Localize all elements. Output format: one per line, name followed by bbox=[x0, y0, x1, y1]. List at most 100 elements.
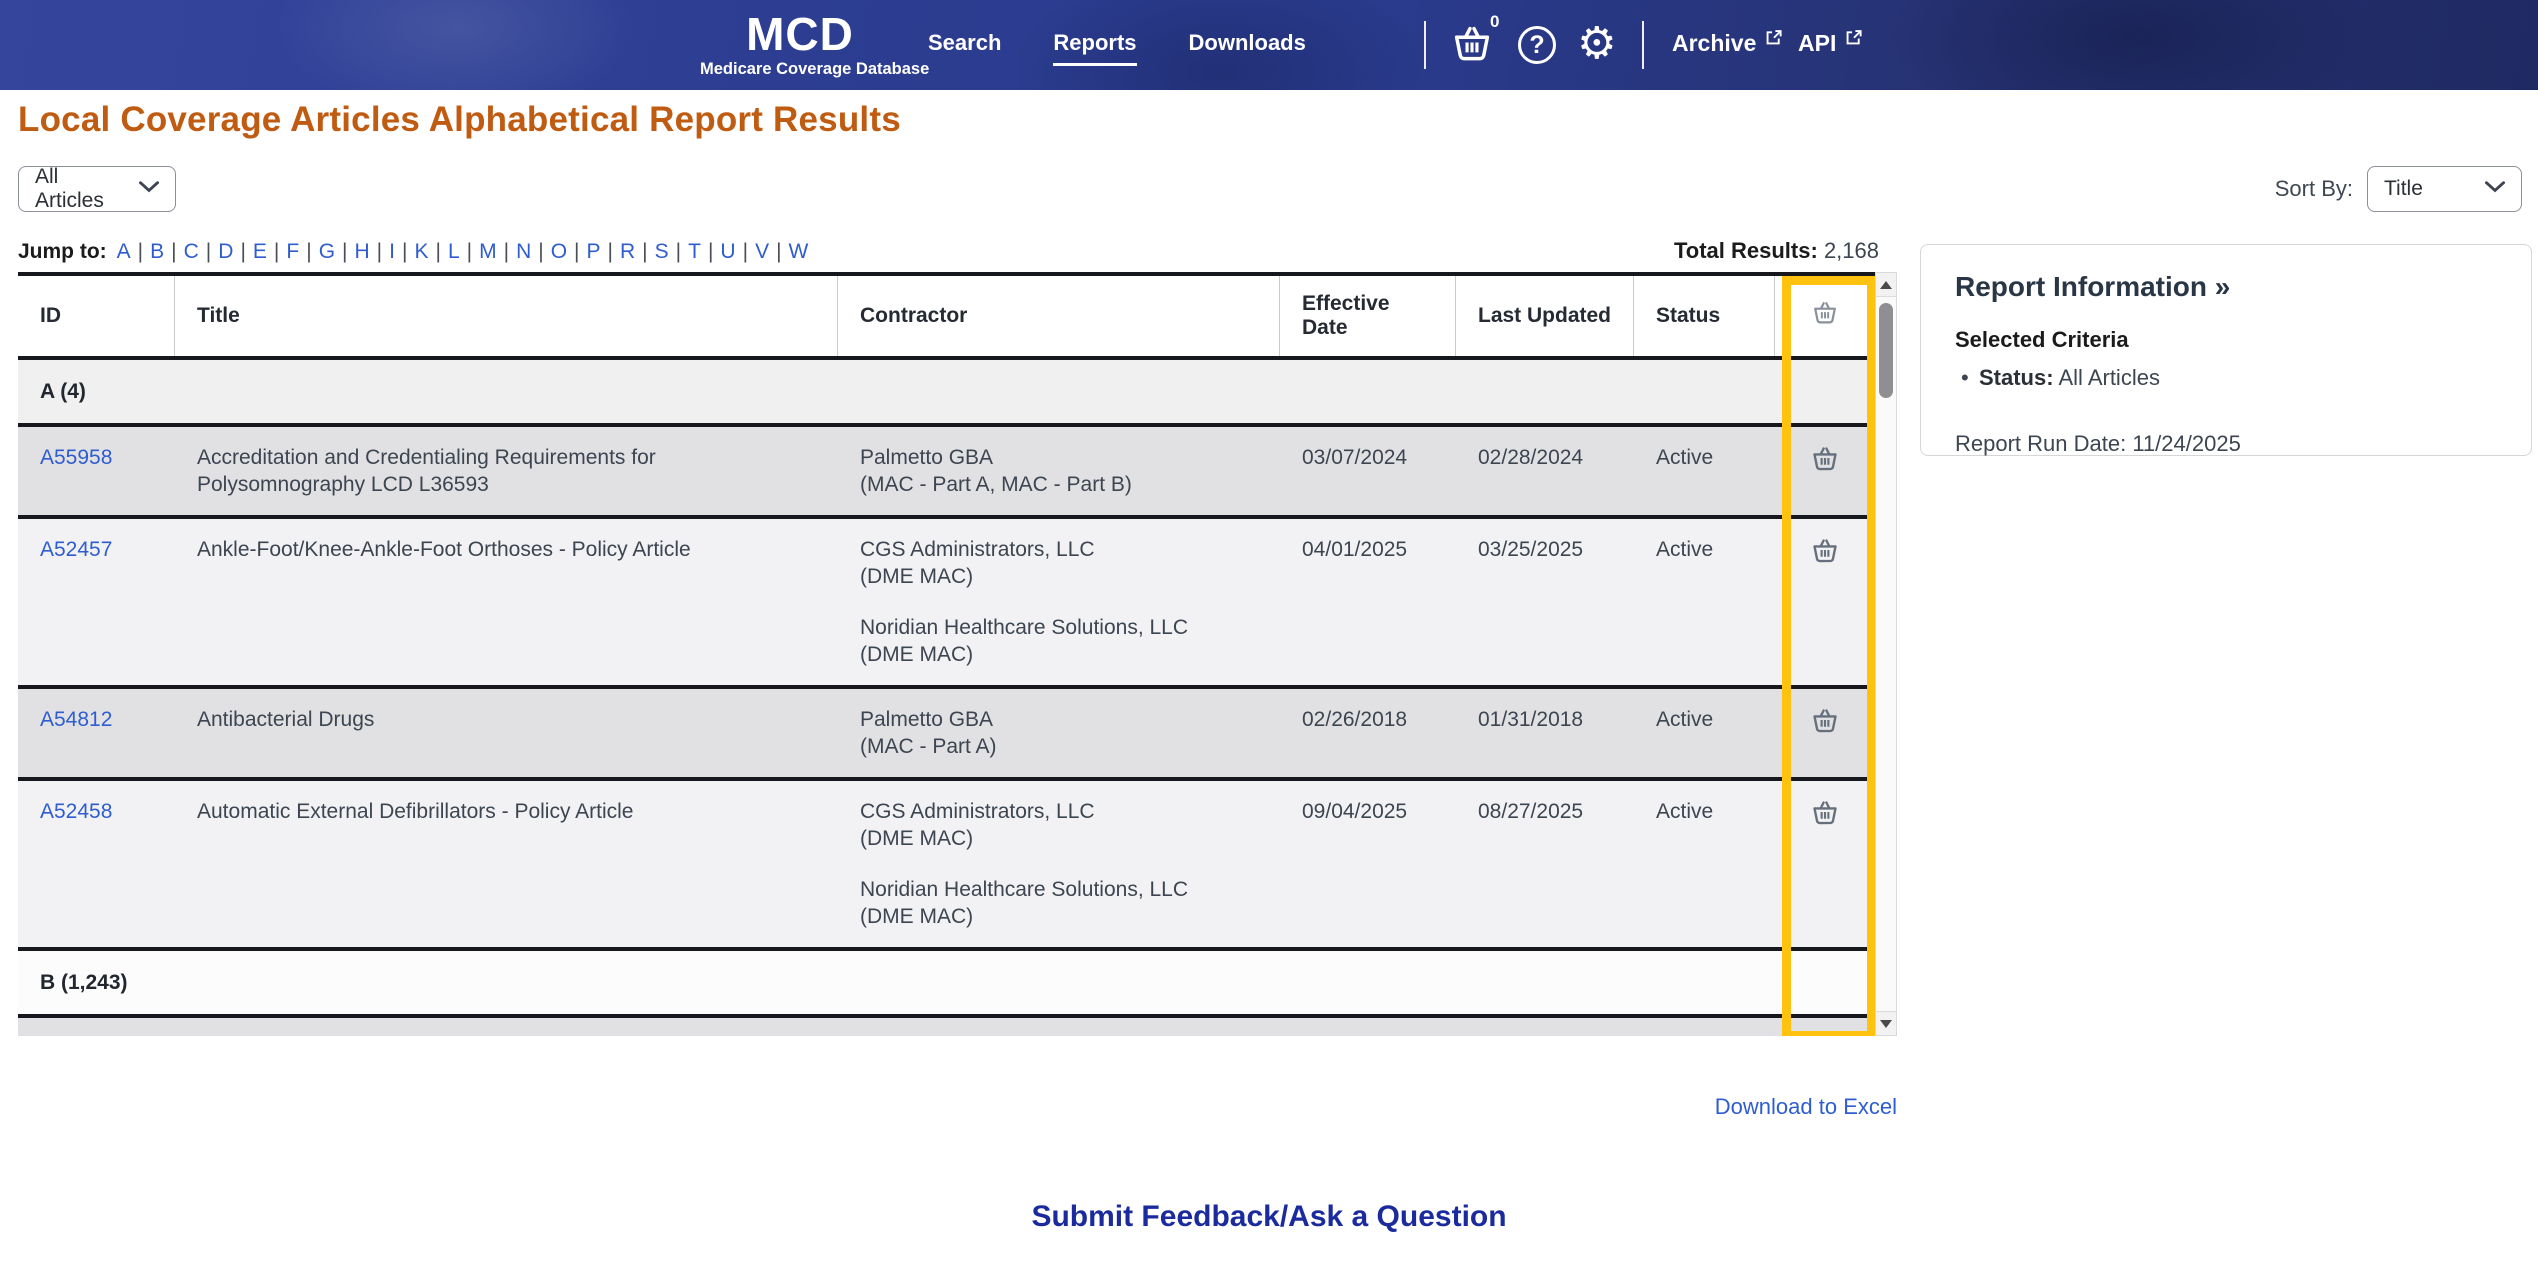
id-cell: A54812 bbox=[18, 689, 175, 777]
id-cell: A52458 bbox=[18, 781, 175, 947]
basket-cell bbox=[1775, 781, 1875, 947]
article-title: Automatic External Defibrillators - Poli… bbox=[197, 800, 634, 823]
add-to-basket-button[interactable] bbox=[1810, 798, 1840, 930]
results-table-grid: ID Title Contractor Effective Date Last … bbox=[18, 272, 1875, 1036]
basket-cell bbox=[1775, 689, 1875, 777]
column-header-id: ID bbox=[18, 276, 175, 356]
article-status: Active bbox=[1656, 538, 1714, 561]
contractor-line: Palmetto GBA bbox=[860, 446, 994, 469]
external-link-icon bbox=[1844, 28, 1863, 52]
page-title: Local Coverage Articles Alphabetical Rep… bbox=[18, 100, 901, 139]
contractor-line: Noridian Healthcare Solutions, LLC bbox=[860, 878, 1189, 901]
contractor-line: (DME MAC) bbox=[860, 565, 974, 588]
logo-title: MCD bbox=[746, 8, 854, 60]
article-status: Active bbox=[1634, 1018, 1775, 1036]
effective-date: 04/01/2025 bbox=[1302, 538, 1408, 561]
effective-date: 02/26/2018 bbox=[1302, 708, 1408, 731]
article-status: Active bbox=[1656, 800, 1714, 823]
add-to-basket-button[interactable] bbox=[1810, 706, 1840, 760]
sort-by-label: Sort By: bbox=[2274, 176, 2353, 201]
basket-button[interactable]: 0 bbox=[1450, 12, 1499, 68]
sort-value: Title bbox=[2384, 177, 2423, 200]
article-id-link[interactable]: A54812 bbox=[40, 708, 112, 731]
help-icon[interactable]: ? bbox=[1518, 26, 1556, 64]
total-results-label: Total Results: bbox=[1673, 238, 1818, 263]
contractor-line: Palmetto GBA bbox=[860, 708, 994, 731]
effective-date: 04/29/2024 bbox=[1280, 1018, 1456, 1036]
group-basket-cell bbox=[1775, 951, 1875, 1014]
api-link[interactable]: API bbox=[1798, 28, 1863, 57]
report-run-date: Report Run Date: 11/24/2025 bbox=[1955, 431, 2497, 457]
article-contractor: CGS Administrators, LLC (DME MAC) Noridian… bbox=[838, 519, 1280, 685]
id-cell: A55958 bbox=[18, 427, 175, 515]
article-contractor: CGS Administrators, LLC (DME MAC) Noridian… bbox=[838, 781, 1280, 947]
logo-subtitle: Medicare Coverage Database bbox=[700, 60, 930, 78]
download-to-excel-link[interactable]: Download to Excel bbox=[1715, 1094, 1897, 1119]
article-id-link[interactable]: A52458 bbox=[40, 800, 112, 823]
add-to-basket-button[interactable] bbox=[1810, 444, 1840, 498]
article-title: Ankle-Foot/Knee-Ankle-Foot Orthoses - Po… bbox=[197, 538, 691, 561]
criteria-label: Status: bbox=[1979, 365, 2054, 390]
id-cell: A56287 bbox=[18, 1018, 175, 1036]
column-header-basket bbox=[1775, 276, 1875, 356]
chevron-down-icon bbox=[2485, 180, 2505, 198]
last-updated: 03/25/2025 bbox=[1478, 538, 1584, 561]
contractor-line: (MAC - Part A) bbox=[860, 735, 997, 758]
add-to-basket-button[interactable] bbox=[1810, 536, 1840, 668]
article-id-link[interactable]: A55958 bbox=[40, 446, 112, 469]
report-information-panel: Report Information » Selected Criteria S… bbox=[1920, 244, 2532, 456]
article-title: Antibacterial Drugs bbox=[197, 708, 375, 731]
group-row: A (4) bbox=[18, 360, 1875, 427]
scroll-track[interactable] bbox=[1876, 297, 1896, 1011]
article-filter-value: All Articles bbox=[35, 165, 104, 212]
nav-downloads[interactable]: Downloads bbox=[1189, 30, 1306, 63]
submit-feedback-link[interactable]: Submit Feedback/Ask a Question bbox=[1031, 1200, 1506, 1233]
triangle-down-icon bbox=[1880, 1019, 1892, 1028]
contractor-line: (DME MAC) bbox=[860, 827, 974, 850]
basket-cell bbox=[1775, 1018, 1875, 1036]
gear-icon[interactable]: ⚙ bbox=[1577, 14, 1616, 74]
main-nav: Search Reports Downloads bbox=[928, 30, 1306, 66]
chevron-down-icon bbox=[139, 180, 159, 198]
table-row: A52457 Ankle-Foot/Knee-Ankle-Foot Orthose… bbox=[18, 519, 1875, 689]
basket-cell bbox=[1775, 427, 1875, 515]
contractor-line: CGS Administrators, LLC bbox=[860, 800, 1095, 823]
article-id-link[interactable]: A52457 bbox=[40, 538, 112, 561]
scroll-up-button[interactable] bbox=[1876, 273, 1896, 297]
sort-select[interactable]: Title bbox=[2367, 166, 2522, 212]
group-label: B (1,243) bbox=[40, 971, 128, 994]
scrollbar-thumb[interactable] bbox=[1879, 303, 1893, 398]
column-header-contractor: Contractor bbox=[838, 276, 1280, 356]
selected-criteria-label: Selected Criteria bbox=[1955, 327, 2129, 352]
effective-date: 09/04/2025 bbox=[1302, 800, 1408, 823]
total-results-value: 2,168 bbox=[1823, 238, 1879, 263]
report-run-date-label: Report Run Date: bbox=[1955, 431, 2127, 456]
table-scrollbar[interactable] bbox=[1875, 272, 1897, 1036]
effective-date: 03/07/2024 bbox=[1302, 446, 1408, 469]
archive-link[interactable]: Archive bbox=[1672, 29, 1783, 57]
add-to-basket-button[interactable] bbox=[1810, 1035, 1840, 1036]
group-row: B (1,243) bbox=[18, 951, 1875, 1018]
article-contractor: Palmetto GBA (MAC - Part A) bbox=[838, 689, 1280, 777]
article-filter-select[interactable]: All Articles bbox=[18, 165, 176, 212]
nav-reports[interactable]: Reports bbox=[1053, 30, 1137, 66]
table-body: A (4) A55958 Accreditation and Credentiali… bbox=[18, 360, 1875, 1036]
basket-icon bbox=[1811, 299, 1839, 333]
last-updated: 01/31/2018 bbox=[1478, 708, 1584, 731]
triangle-up-icon bbox=[1880, 280, 1892, 289]
api-label: API bbox=[1798, 30, 1837, 56]
basket-count-badge: 0 bbox=[1490, 12, 1500, 31]
last-updated: 05/31/2024 bbox=[1456, 1018, 1634, 1036]
table-header-row: ID Title Contractor Effective Date Last … bbox=[18, 276, 1875, 360]
article-contractor: First Coast Service Options, Inc.(MAC - … bbox=[838, 1018, 1280, 1036]
page: MCD Medicare Coverage Database Search Rep… bbox=[0, 0, 2538, 1269]
scroll-down-button[interactable] bbox=[1876, 1011, 1896, 1035]
report-information-heading[interactable]: Report Information » bbox=[1955, 271, 2497, 303]
table-row: A54812 Antibacterial Drugs Palmetto GBA (MA… bbox=[18, 689, 1875, 781]
column-header-last-updated: Last Updated bbox=[1456, 276, 1634, 356]
contractor-line: CGS Administrators, LLC bbox=[860, 538, 1095, 561]
results-table: ID Title Contractor Effective Date Last … bbox=[18, 272, 1897, 1036]
mcd-logo[interactable]: MCD Medicare Coverage Database bbox=[700, 8, 930, 79]
nav-search[interactable]: Search bbox=[928, 30, 1001, 63]
feedback-footer: Submit Feedback/Ask a Question bbox=[0, 1200, 2538, 1234]
